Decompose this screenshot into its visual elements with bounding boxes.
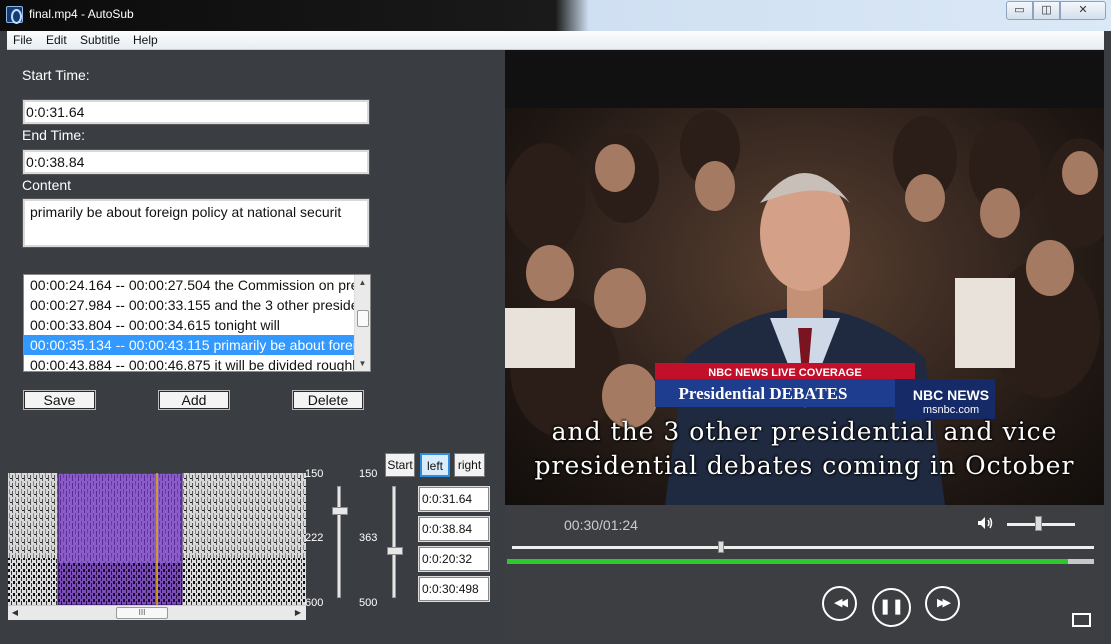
- fullscreen-icon[interactable]: [1072, 613, 1091, 627]
- end-time-field[interactable]: 0:0:38.84: [22, 149, 370, 175]
- seek-bar[interactable]: [512, 546, 1094, 549]
- player-controls: 00:30/01:24 ◀◀ ❚❚ ▶▶: [505, 505, 1104, 639]
- timing-field-1[interactable]: 0:0:31.64: [418, 486, 490, 512]
- save-button[interactable]: Save: [23, 390, 96, 410]
- timing-field-3[interactable]: 0:0:20:32: [418, 546, 490, 572]
- start-time-field[interactable]: 0:0:31.64: [22, 99, 370, 125]
- delete-button[interactable]: Delete: [292, 390, 364, 410]
- end-time-label: End Time:: [22, 127, 86, 143]
- content-label: Content: [22, 177, 72, 193]
- waveform-spectrogram[interactable]: [8, 473, 306, 605]
- list-scrollbar[interactable]: ▲ ▼: [354, 275, 370, 371]
- maximize-button[interactable]: ◫: [1033, 1, 1060, 20]
- logo-main-text: NBC NEWS: [913, 387, 989, 403]
- menu-help[interactable]: Help: [133, 33, 158, 47]
- fast-forward-button[interactable]: ▶▶: [925, 586, 960, 621]
- banner-main-text: Presidential DEBATES: [679, 384, 848, 403]
- left-button[interactable]: left: [420, 453, 450, 477]
- video-frame: NBC NEWS LIVE COVERAGE Presidential DEBA…: [505, 108, 1104, 505]
- timing-field-4[interactable]: 0:0:30:498: [418, 576, 490, 602]
- video-player[interactable]: NBC NEWS LIVE COVERAGE Presidential DEBA…: [505, 50, 1104, 505]
- app-icon: [6, 6, 23, 24]
- timing-field-2[interactable]: 0:0:38.84: [418, 516, 490, 542]
- scroll-down-icon[interactable]: ▼: [355, 356, 370, 371]
- start-time-label: Start Time:: [22, 67, 90, 83]
- axis1-bottom-label: 600: [305, 597, 324, 609]
- waveform-scrollbar[interactable]: ◀ III ▶: [8, 605, 306, 620]
- subtitle-list[interactable]: 00:00:24.164 -- 00:00:27.504 the Commiss…: [23, 274, 371, 372]
- axis2-mid-label: 363: [359, 532, 378, 544]
- zoom-slider-2[interactable]: [392, 486, 396, 598]
- close-button[interactable]: ✕: [1060, 1, 1106, 20]
- pause-button[interactable]: ❚❚: [872, 588, 911, 627]
- list-item[interactable]: 00:00:43.884 -- 00:00:46.875 it will be …: [24, 355, 355, 371]
- zoom-slider-2-thumb[interactable]: [387, 547, 403, 555]
- menu-bar: File Edit Subtitle Help: [7, 31, 1104, 50]
- volume-icon[interactable]: [977, 516, 995, 530]
- menu-edit[interactable]: Edit: [46, 33, 67, 47]
- zoom-slider-1[interactable]: [337, 486, 341, 598]
- zoom-slider-1-thumb[interactable]: [332, 507, 348, 515]
- spectrogram-image: [8, 473, 306, 605]
- rewind-button[interactable]: ◀◀: [822, 586, 857, 621]
- logo-sub-text: msnbc.com: [923, 404, 979, 416]
- axis1-mid-label: 222: [305, 532, 324, 544]
- subtitle-line-1: and the 3 other presidential and vice: [551, 417, 1058, 446]
- add-button[interactable]: Add: [158, 390, 230, 410]
- waveform-scroll-thumb[interactable]: III: [116, 607, 168, 619]
- position-text: 00:30/01:24: [564, 517, 638, 533]
- menu-file[interactable]: File: [13, 33, 32, 47]
- title-bar: final.mp4 - AutoSub ▭ ◫ ✕: [0, 0, 1111, 31]
- axis2-top-label: 150: [359, 468, 378, 480]
- list-item[interactable]: 00:00:24.164 -- 00:00:27.504 the Commiss…: [24, 275, 355, 295]
- axis2-bottom-label: 500: [359, 597, 378, 609]
- seek-thumb[interactable]: [718, 541, 724, 553]
- list-item-selected[interactable]: 00:00:35.134 -- 00:00:43.115 primarily b…: [24, 335, 355, 355]
- progress-fill: [507, 559, 1068, 564]
- start-button[interactable]: Start: [385, 453, 415, 477]
- scroll-left-icon[interactable]: ◀: [8, 606, 22, 620]
- right-button[interactable]: right: [454, 453, 485, 477]
- volume-slider-thumb[interactable]: [1035, 516, 1042, 531]
- editor-panel: Start Time: 0:0:31.64 End Time: 0:0:38.8…: [7, 50, 506, 644]
- axis1-top-label: 150: [305, 468, 324, 480]
- window-title: final.mp4 - AutoSub: [29, 7, 134, 21]
- subtitle-line-2: presidential debates coming in October: [534, 451, 1075, 480]
- app-window: final.mp4 - AutoSub ▭ ◫ ✕ File Edit Subt…: [0, 0, 1111, 644]
- list-item[interactable]: 00:00:27.984 -- 00:00:33.155 and the 3 o…: [24, 295, 355, 315]
- content-textarea[interactable]: primarily be about foreign policy at nat…: [22, 198, 370, 248]
- scroll-up-icon[interactable]: ▲: [355, 275, 370, 290]
- progress-bar[interactable]: [507, 559, 1094, 564]
- menu-subtitle[interactable]: Subtitle: [80, 33, 120, 47]
- list-item[interactable]: 00:00:33.804 -- 00:00:34.615 tonight wil…: [24, 315, 355, 335]
- banner-top-text: NBC NEWS LIVE COVERAGE: [708, 367, 861, 379]
- scroll-right-icon[interactable]: ▶: [291, 606, 305, 620]
- minimize-button[interactable]: ▭: [1006, 1, 1033, 20]
- scroll-thumb[interactable]: [357, 310, 369, 327]
